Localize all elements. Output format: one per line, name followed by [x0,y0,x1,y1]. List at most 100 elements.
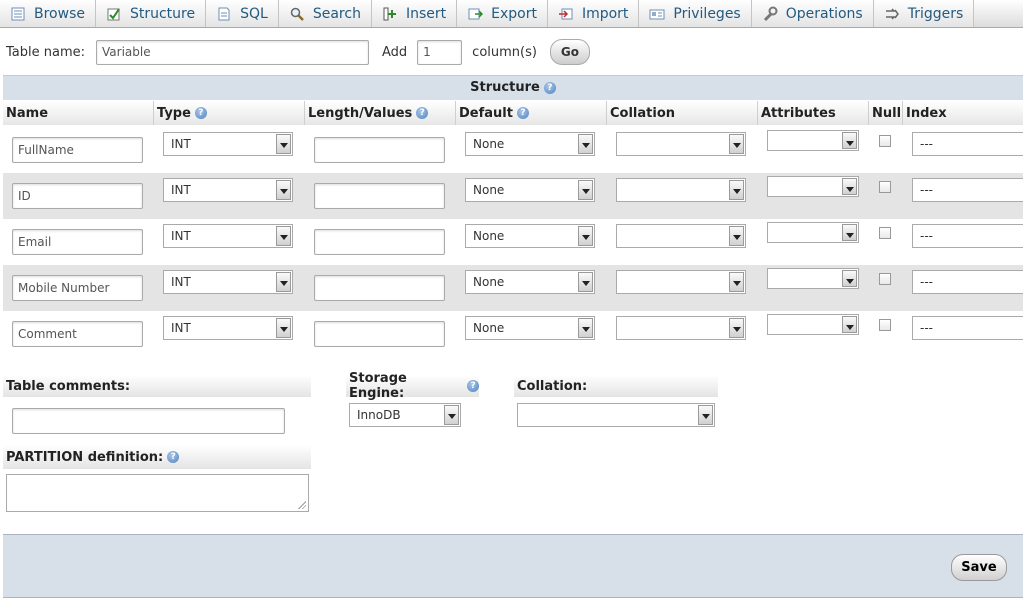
attributes-select[interactable] [767,268,859,289]
section-label: Collation: [517,378,588,394]
help-icon[interactable]: ? [167,451,180,463]
chevron-down-icon [842,224,857,241]
chevron-down-icon [276,226,291,246]
index-select[interactable]: --- [912,224,1023,248]
tab-structure[interactable]: Structure [95,0,207,27]
length-values-input[interactable] [314,321,445,347]
null-checkbox[interactable] [879,181,891,193]
type-select[interactable]: INT [163,270,293,294]
select-value: None [473,275,505,289]
save-button[interactable]: Save [951,554,1007,581]
chevron-down-icon [842,270,857,287]
default-select[interactable]: None [465,132,595,156]
column-name-input[interactable] [12,321,143,347]
chevron-down-icon [276,134,291,154]
index-select[interactable]: --- [912,270,1023,294]
header-label: Default [459,105,513,121]
default-select[interactable]: None [465,270,595,294]
attributes-select[interactable] [767,222,859,243]
help-icon[interactable]: ? [194,107,207,119]
column-header-default: Default? [456,101,607,125]
tab-insert[interactable]: Insert [371,0,458,27]
collation-select[interactable] [616,316,746,340]
column-name-input[interactable] [12,137,143,163]
column-header-type: Type? [154,101,305,125]
columns-suffix-label: column(s) [472,44,537,60]
collation-select[interactable] [616,132,746,156]
go-button[interactable]: Go [549,39,590,65]
tab-import[interactable]: Import [547,0,640,27]
null-checkbox[interactable] [879,135,891,147]
collation-select[interactable] [616,270,746,294]
attributes-select[interactable] [767,130,859,151]
table-name-row: Table name: Add column(s) Go [6,39,590,65]
index-select[interactable]: --- [912,178,1023,202]
chevron-down-icon [729,318,744,338]
default-select[interactable]: None [465,224,595,248]
storage-engine-header: Storage Engine:? [346,371,479,401]
tab-browse[interactable]: Browse [0,0,96,27]
tab-triggers[interactable]: Triggers [873,0,975,27]
tab-label: Operations [785,5,863,22]
column-name-input[interactable] [12,229,143,255]
resize-grip-icon[interactable] [298,501,306,509]
index-select[interactable]: --- [912,316,1023,340]
collation-select[interactable] [616,224,746,248]
length-values-input[interactable] [314,137,445,163]
chevron-down-icon [578,134,593,154]
header-label: Attributes [761,105,836,121]
partition-definition-textarea[interactable] [6,474,309,512]
add-label: Add [382,44,408,60]
null-checkbox[interactable] [879,319,891,331]
wrench-icon [762,6,778,22]
structure-section-header: Structure? [3,75,1023,100]
collation-select[interactable] [616,178,746,202]
add-columns-count-input[interactable] [417,39,463,65]
type-select[interactable]: INT [163,178,293,202]
chevron-down-icon [729,134,744,154]
help-icon[interactable]: ? [516,107,529,119]
chevron-down-icon [578,226,593,246]
default-select[interactable]: None [465,316,595,340]
chevron-down-icon [729,272,744,292]
storage-engine-select[interactable]: InnoDB [349,403,461,427]
help-icon[interactable]: ? [543,81,556,94]
null-checkbox[interactable] [879,227,891,239]
length-values-input[interactable] [314,275,445,301]
tab-label: Triggers [907,5,964,22]
help-icon[interactable]: ? [467,380,479,392]
section-label: PARTITION definition: [6,449,164,465]
index-select[interactable]: --- [912,132,1023,156]
chevron-down-icon [842,178,857,195]
form-footer: Save [3,534,1023,598]
tab-label: Insert [405,5,447,22]
column-name-input[interactable] [12,275,143,301]
privileges-icon [649,6,665,22]
tab-operations[interactable]: Operations [751,0,874,27]
column-name-input[interactable] [12,183,143,209]
chevron-down-icon [276,318,291,338]
header-label: Length/Values [308,105,413,121]
help-icon[interactable]: ? [416,107,429,119]
table-comments-input[interactable] [12,408,285,434]
attributes-select[interactable] [767,314,859,335]
table-name-input[interactable] [96,39,369,65]
length-values-input[interactable] [314,183,445,209]
length-values-input[interactable] [314,229,445,255]
tab-privileges[interactable]: Privileges [639,0,752,27]
tab-search[interactable]: Search [278,0,372,27]
type-select[interactable]: INT [163,224,293,248]
select-value: INT [171,137,191,151]
tab-sql[interactable]: SQL [206,0,279,27]
type-select[interactable]: INT [163,316,293,340]
null-checkbox[interactable] [879,273,891,285]
table-row: INT None --- [3,127,1023,173]
table-collation-select[interactable] [517,403,715,427]
select-value: None [473,229,505,243]
header-label: Index [906,105,947,121]
tab-export[interactable]: Export [457,0,548,27]
default-select[interactable]: None [465,178,595,202]
attributes-select[interactable] [767,176,859,197]
table-row: INT None --- [3,311,1023,357]
type-select[interactable]: INT [163,132,293,156]
